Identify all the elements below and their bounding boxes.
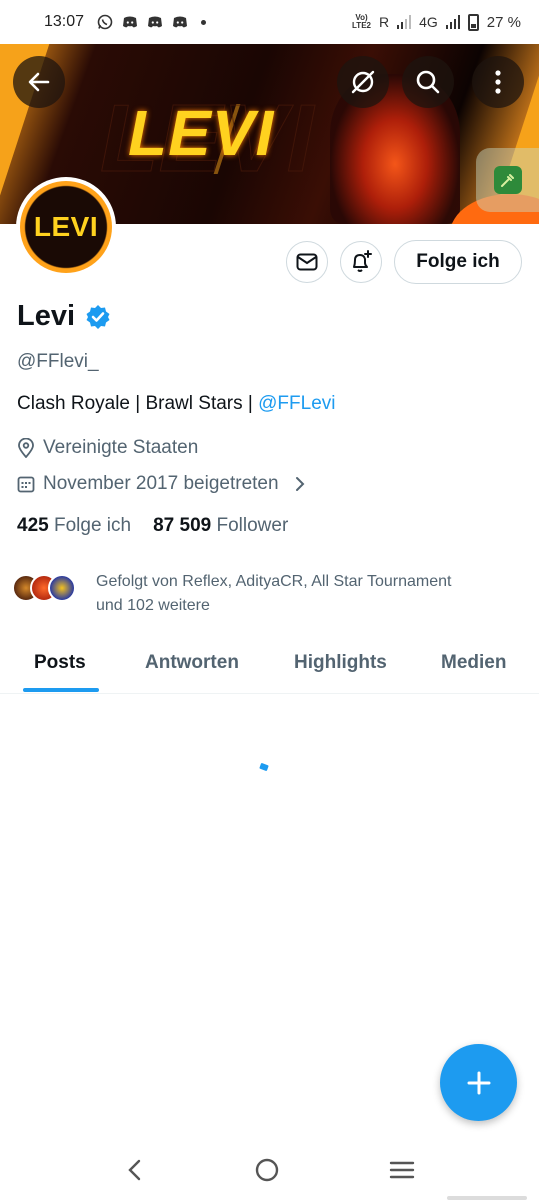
home-circle-icon[interactable] <box>254 1157 280 1183</box>
joined-text: November 2017 beigetreten <box>43 473 279 494</box>
signal-icon <box>397 15 412 29</box>
recents-lines-icon[interactable] <box>389 1159 415 1181</box>
battery-percent: 27 % <box>486 13 521 31</box>
tab-media[interactable]: Medien <box>441 652 506 674</box>
message-button[interactable] <box>286 241 328 283</box>
system-nav-bar <box>0 1140 539 1200</box>
follow-stats: 425 Folge ich 87 509 Follower <box>17 515 288 537</box>
roaming-indicator: R <box>378 14 390 30</box>
back-chevron-icon[interactable] <box>125 1158 145 1182</box>
tab-highlights[interactable]: Highlights <box>294 652 387 674</box>
grok-slash-circle-icon <box>351 70 375 94</box>
chevron-right-icon <box>295 477 304 491</box>
whatsapp-icon <box>97 14 113 30</box>
calendar-icon <box>17 476 35 493</box>
eyedropper-icon <box>494 166 522 194</box>
display-name: Levi <box>17 300 76 332</box>
arrow-left-icon <box>28 72 50 92</box>
plus-icon <box>467 1071 490 1094</box>
banner-title: LEVI <box>128 97 275 169</box>
following-button[interactable]: Folge ich <box>394 240 522 284</box>
joined-row[interactable]: November 2017 beigetreten <box>17 473 307 495</box>
location-row: Vereinigte Staaten <box>17 437 198 459</box>
avatar[interactable]: LEVI <box>16 177 116 277</box>
profile-bio: Clash Royale | Brawl Stars | @FFLevi <box>17 393 336 414</box>
volte-indicator: Vo) LTE2 <box>352 13 371 30</box>
active-tab-indicator <box>23 688 99 692</box>
clock: 13:07 <box>44 13 85 30</box>
discord-icon <box>148 16 163 28</box>
gesture-pill <box>447 1196 527 1200</box>
tab-posts[interactable]: Posts <box>34 652 86 674</box>
more-notifications-dot <box>201 19 207 25</box>
bio-mention-link[interactable]: @FFLevi <box>258 393 335 414</box>
discord-icon <box>123 16 138 28</box>
search-icon <box>416 70 440 94</box>
bell-plus-icon <box>353 250 372 272</box>
network-type: 4G <box>419 14 438 30</box>
more-button[interactable] <box>472 56 524 108</box>
back-button[interactable] <box>13 56 65 108</box>
discord-icon <box>173 16 188 28</box>
signal-icon-2 <box>445 15 460 29</box>
notifications-button[interactable] <box>340 241 382 283</box>
battery-icon <box>467 13 479 31</box>
location-text: Vereinigte Staaten <box>43 437 199 458</box>
mail-icon <box>296 253 318 271</box>
profile-tabs: Posts Antworten Highlights Medien <box>0 636 539 694</box>
loading-spinner <box>259 762 269 772</box>
compose-button[interactable] <box>440 1044 517 1121</box>
verified-badge-icon[interactable] <box>85 304 111 330</box>
follower-avatar <box>48 574 76 602</box>
status-bar: 13:07 Vo) LTE2 R 4G 27 % <box>0 0 539 44</box>
grok-button[interactable] <box>337 56 389 108</box>
following-stat[interactable]: 425 Folge ich <box>17 515 131 537</box>
more-vertical-icon <box>495 70 501 94</box>
tab-replies[interactable]: Antworten <box>145 652 239 674</box>
edit-banner-button[interactable] <box>476 148 539 212</box>
search-button[interactable] <box>402 56 454 108</box>
followers-stat[interactable]: 87 509 Follower <box>153 515 288 537</box>
followed-by-text: Gefolgt von Reflex, AdityaCR, All Star T… <box>96 573 452 614</box>
profile-handle: @FFlevi_ <box>17 351 99 372</box>
avatar-text: LEVI <box>33 211 99 242</box>
location-pin-icon <box>18 438 34 458</box>
profile-name-row: Levi <box>17 300 111 333</box>
